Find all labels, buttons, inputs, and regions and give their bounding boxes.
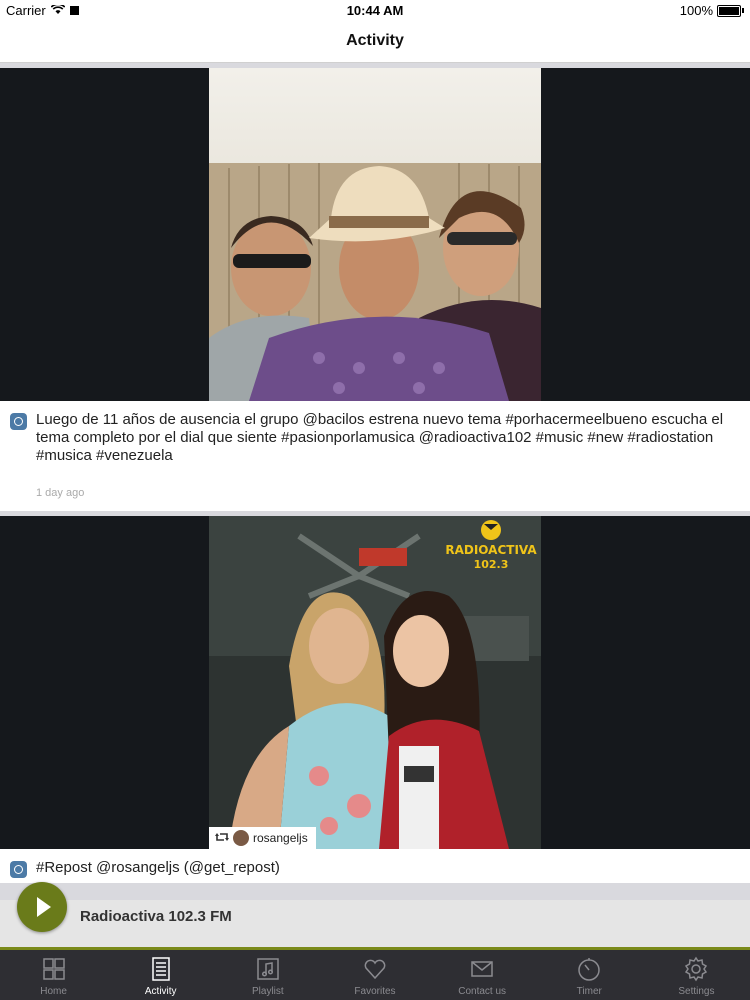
- repost-tag[interactable]: rosangeljs: [209, 827, 316, 849]
- grid-icon: [41, 956, 67, 982]
- post-image[interactable]: RADIOACTIVA 102.3 rosangeljs: [0, 516, 750, 849]
- repost-icon: [215, 831, 229, 846]
- mini-player[interactable]: Radioactiva 102.3 FM: [0, 882, 750, 950]
- tab-timer[interactable]: Timer: [536, 950, 643, 1000]
- caption-text: Luego de 11 años de ausencia el grupo @b…: [36, 411, 724, 464]
- logo-freq: 102.3: [474, 558, 509, 571]
- document-icon: [148, 956, 174, 982]
- status-right: 100%: [680, 3, 744, 18]
- battery-tip: [742, 8, 744, 13]
- studio-photo: RADIOACTIVA 102.3: [209, 516, 541, 849]
- tab-label: Activity: [144, 986, 177, 997]
- tab-label: Favorites: [354, 986, 396, 997]
- band-photo: [209, 68, 541, 401]
- tab-favorites[interactable]: Favorites: [321, 950, 428, 1000]
- feed-post[interactable]: RADIOACTIVA 102.3 rosangeljs #Repost @ro…: [0, 516, 750, 883]
- station-name: Radioactiva 102.3 FM: [80, 908, 232, 925]
- battery-icon: [717, 4, 741, 17]
- tab-label: Home: [40, 986, 67, 997]
- tab-bar: Home Activity Playlist Favorites Contact…: [0, 950, 750, 1000]
- tab-label: Contact us: [458, 986, 507, 997]
- nav-bar: Activity: [0, 20, 750, 63]
- envelope-icon: [469, 956, 495, 982]
- tab-playlist[interactable]: Playlist: [214, 950, 321, 1000]
- post-caption: #Repost @rosangeljs (@get_repost): [0, 849, 750, 883]
- repost-username: rosangeljs: [253, 831, 308, 845]
- tab-label: Playlist: [252, 986, 284, 997]
- play-button[interactable]: [17, 882, 67, 932]
- battery-percent: 100%: [679, 3, 713, 18]
- status-time: 10:44 AM: [346, 3, 404, 18]
- music-icon: [255, 956, 281, 982]
- tab-contact-us[interactable]: Contact us: [429, 950, 536, 1000]
- post-image[interactable]: [0, 68, 750, 401]
- instagram-icon: [10, 861, 27, 878]
- activity-feed[interactable]: Luego de 11 años de ausencia el grupo @b…: [0, 63, 750, 900]
- tab-home[interactable]: Home: [0, 950, 107, 1000]
- status-bar: Carrier 10:44 AM 100%: [0, 0, 750, 20]
- tab-settings[interactable]: Settings: [643, 950, 750, 1000]
- timer-icon: [576, 956, 602, 982]
- caption-text: #Repost @rosangeljs (@get_repost): [36, 859, 280, 876]
- tab-label: Settings: [678, 986, 715, 997]
- tab-activity[interactable]: Activity: [107, 950, 214, 1000]
- gear-icon: [683, 956, 709, 982]
- instagram-icon: [10, 413, 27, 430]
- heart-icon: [362, 956, 388, 982]
- tab-label: Timer: [576, 986, 602, 997]
- post-caption: Luego de 11 años de ausencia el grupo @b…: [0, 401, 750, 471]
- logo-text: RADIOACTIVA: [445, 543, 537, 557]
- post-timestamp: 1 day ago: [36, 487, 85, 499]
- feed-post[interactable]: Luego de 11 años de ausencia el grupo @b…: [0, 68, 750, 511]
- page-title: Activity: [346, 32, 404, 49]
- avatar: [233, 830, 249, 846]
